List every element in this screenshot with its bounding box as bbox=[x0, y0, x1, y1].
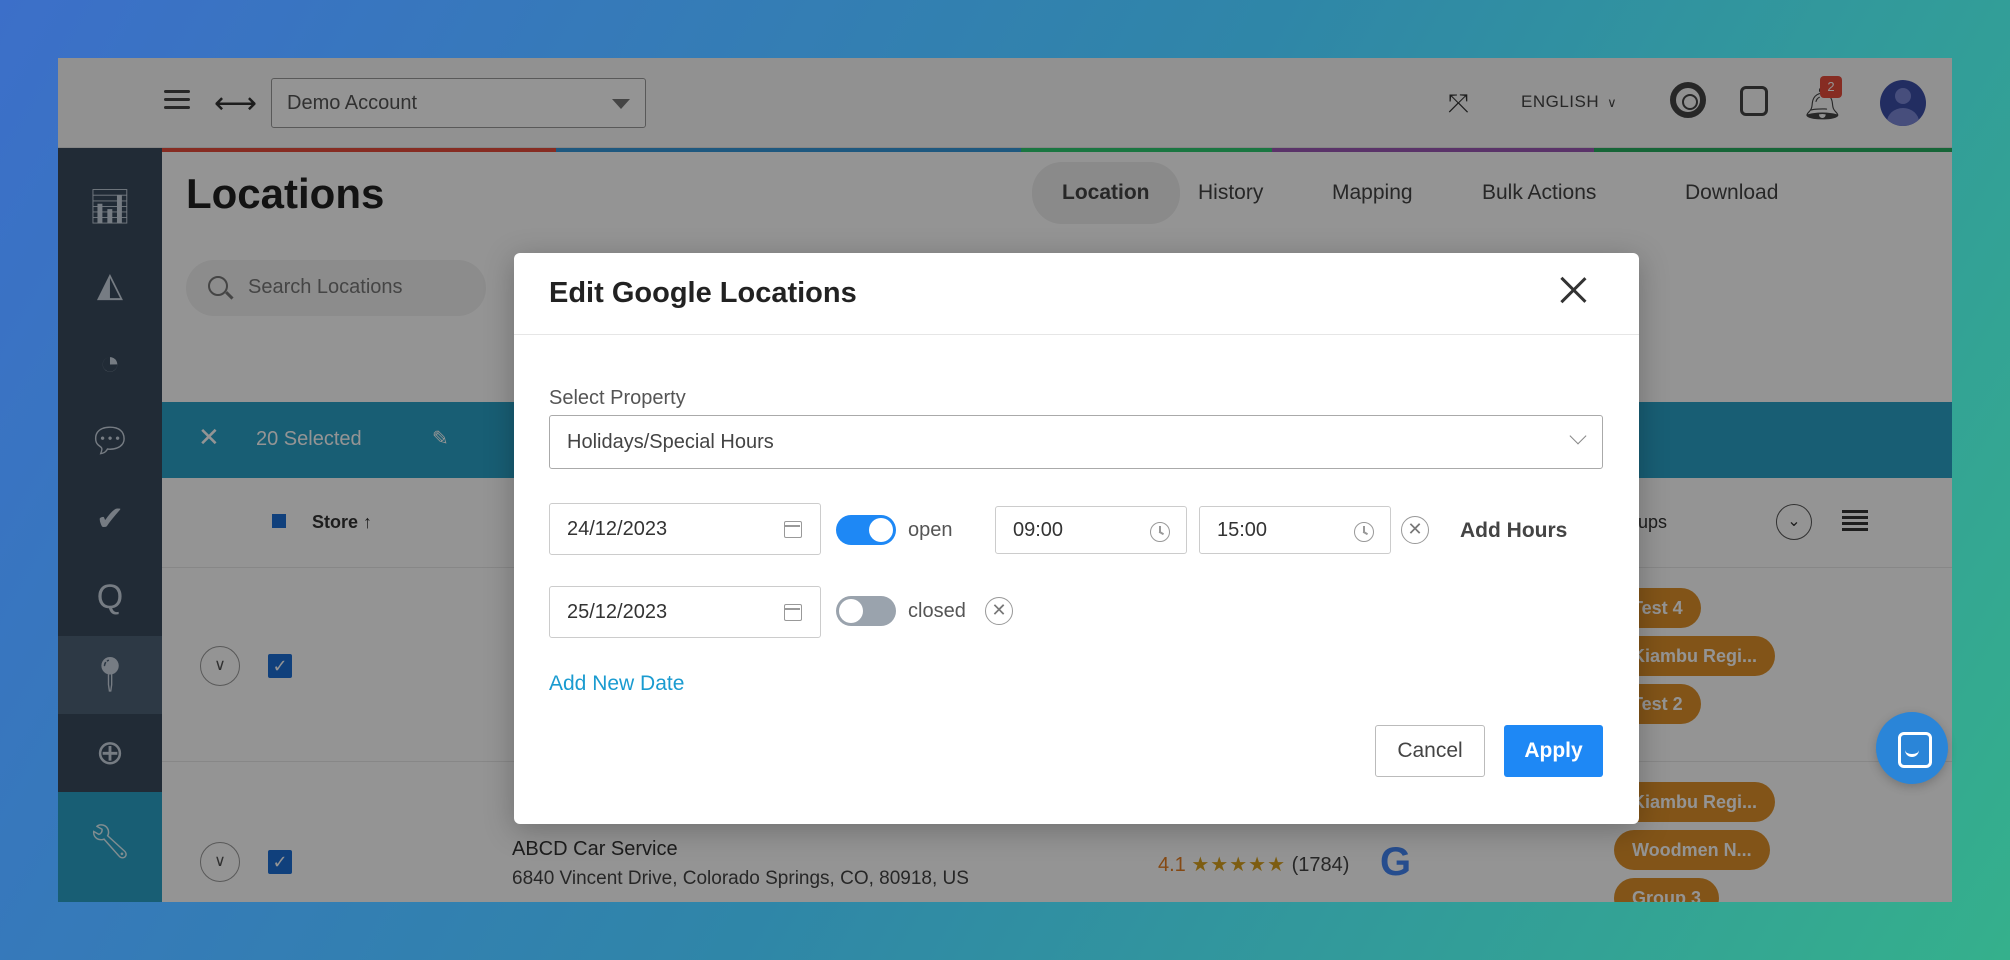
date-input[interactable]: 24/12/2023 bbox=[549, 503, 821, 555]
property-select[interactable]: Holidays/Special Hours bbox=[549, 415, 1603, 469]
open-toggle[interactable] bbox=[836, 515, 896, 545]
modal-title: Edit Google Locations bbox=[549, 277, 857, 309]
date-value: 25/12/2023 bbox=[567, 601, 668, 623]
toggle-label: closed bbox=[908, 600, 966, 622]
remove-hours-icon[interactable]: ✕ bbox=[1401, 516, 1429, 544]
clock-icon bbox=[1150, 522, 1170, 542]
closed-toggle[interactable] bbox=[836, 596, 896, 626]
app-window: ⟷ Demo Account ⤧ ENGLISH ∨ 🔔︎ 2 📊︎ ◭ ◔ 💬︎… bbox=[58, 58, 1952, 902]
add-new-date-link[interactable]: Add New Date bbox=[549, 672, 684, 696]
modal-header: Edit Google Locations bbox=[514, 253, 1639, 335]
calendar-icon bbox=[784, 521, 802, 538]
clock-icon bbox=[1354, 522, 1374, 542]
property-select-value: Holidays/Special Hours bbox=[567, 431, 774, 453]
close-icon[interactable] bbox=[1558, 275, 1588, 305]
apply-button[interactable]: Apply bbox=[1504, 725, 1603, 777]
toggle-label: open bbox=[908, 519, 953, 541]
open-time-input[interactable]: 09:00 bbox=[995, 506, 1187, 554]
calendar-icon bbox=[784, 604, 802, 621]
add-hours-button[interactable]: Add Hours bbox=[1460, 519, 1567, 543]
edit-locations-modal: Edit Google Locations Select Property Ho… bbox=[514, 253, 1639, 824]
date-value: 24/12/2023 bbox=[567, 518, 668, 540]
remove-date-icon[interactable]: ✕ bbox=[985, 597, 1013, 625]
property-label: Select Property bbox=[549, 387, 686, 409]
date-input[interactable]: 25/12/2023 bbox=[549, 586, 821, 638]
toggle-knob bbox=[839, 599, 863, 623]
support-chat-launcher-icon[interactable] bbox=[1876, 712, 1948, 784]
toggle-knob bbox=[869, 518, 893, 542]
cancel-button[interactable]: Cancel bbox=[1375, 725, 1485, 777]
open-time-value: 09:00 bbox=[1013, 519, 1064, 541]
chevron-down-icon bbox=[1569, 427, 1587, 445]
close-time-value: 15:00 bbox=[1217, 519, 1268, 541]
close-time-input[interactable]: 15:00 bbox=[1199, 506, 1391, 554]
